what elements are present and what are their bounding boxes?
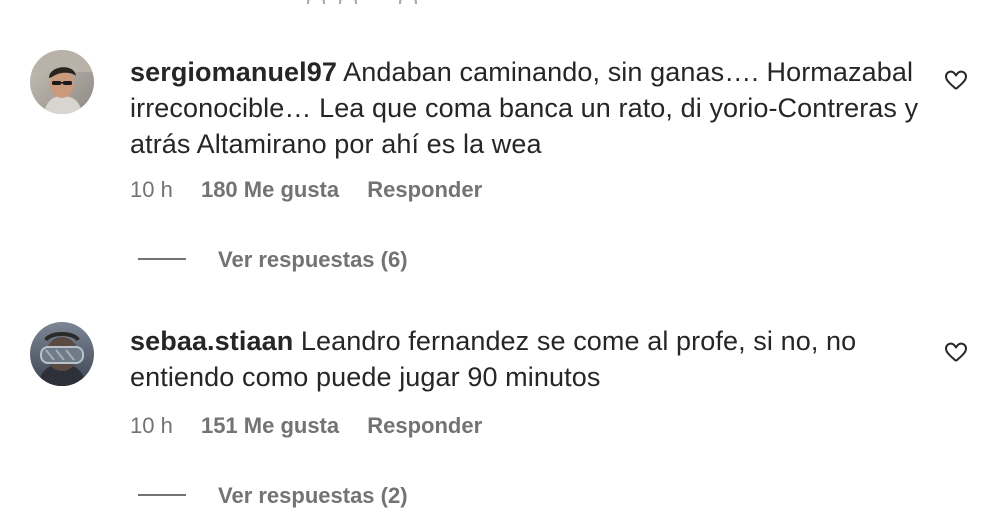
- heart-outline-icon[interactable]: [944, 68, 968, 92]
- cut-glyph: [339, 0, 357, 4]
- reply-button[interactable]: Responder: [367, 412, 482, 440]
- view-replies-button[interactable]: Ver respuestas (6): [138, 246, 408, 274]
- view-replies-label: Ver respuestas (6): [218, 247, 408, 272]
- comment-timestamp[interactable]: 10 h: [130, 176, 173, 204]
- comment-like-count[interactable]: 180 Me gusta: [201, 176, 339, 204]
- comment-meta: 10 h 180 Me gusta Responder: [130, 176, 482, 204]
- comment-body: sergiomanuel97 Andaban caminando, sin ga…: [130, 54, 920, 162]
- view-replies-label: Ver respuestas (2): [218, 483, 408, 508]
- avatar[interactable]: [30, 50, 94, 114]
- avatar[interactable]: [30, 322, 94, 386]
- reply-button[interactable]: Responder: [367, 176, 482, 204]
- cut-glyph: [307, 0, 325, 4]
- divider-line: [138, 258, 186, 261]
- heart-outline-icon[interactable]: [944, 340, 968, 364]
- comment-timestamp[interactable]: 10 h: [130, 412, 173, 440]
- comment-username[interactable]: sergiomanuel97: [130, 57, 337, 87]
- cut-glyph: [399, 0, 417, 4]
- previous-comment-fragment: [305, 0, 455, 4]
- comment-meta: 10 h 151 Me gusta Responder: [130, 412, 482, 440]
- divider-line: [138, 494, 186, 497]
- comment-body: sebaa.stiaan Leandro fernandez se come a…: [130, 323, 920, 395]
- comment-username[interactable]: sebaa.stiaan: [130, 326, 293, 356]
- view-replies-button[interactable]: Ver respuestas (2): [138, 482, 408, 510]
- comment-like-count[interactable]: 151 Me gusta: [201, 412, 339, 440]
